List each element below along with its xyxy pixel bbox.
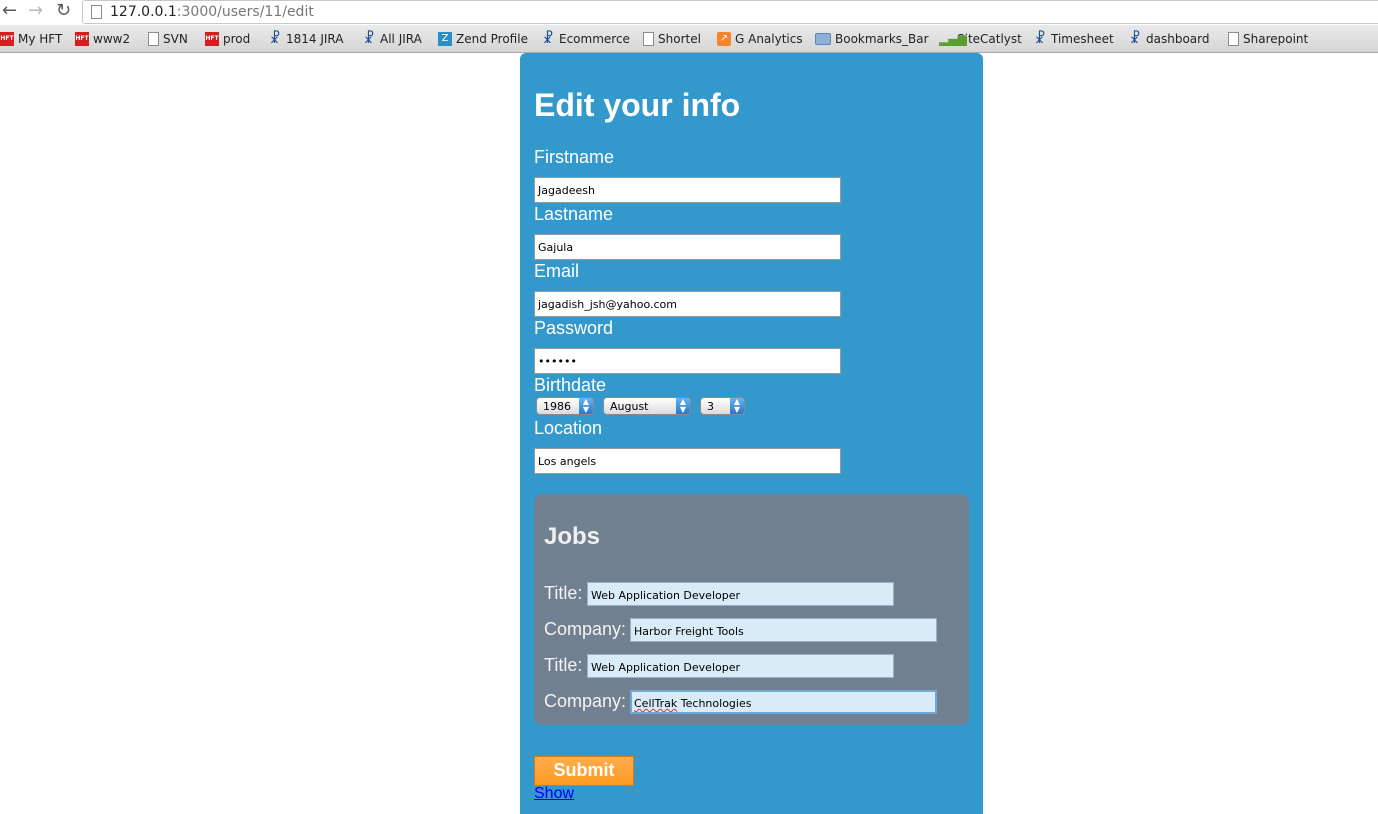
hft-logo-icon: HFT	[205, 32, 219, 46]
jira-icon: ☧	[542, 31, 554, 47]
address-bar[interactable]: 127.0.0.1:3000/users/11/edit	[82, 0, 1378, 24]
password-label: Password	[534, 318, 614, 338]
jira-icon: ☧	[269, 31, 281, 47]
bookmark-zend-profile[interactable]: Z Zend Profile	[438, 31, 528, 47]
birth-year-value: 1986	[543, 400, 571, 413]
bookmark-svn[interactable]: SVN	[148, 31, 188, 47]
job-title-input[interactable]: Web Application Developer	[587, 654, 894, 678]
zend-icon: Z	[438, 32, 452, 46]
page-title: Edit your info	[534, 87, 741, 123]
job-company-input[interactable]: Harbor Freight Tools	[630, 618, 937, 642]
password-input[interactable]: ••••••	[534, 348, 841, 374]
job-company-input[interactable]: CellTrak Technologies	[630, 690, 937, 714]
bookmark-g-analytics[interactable]: ↗ G Analytics	[717, 31, 803, 47]
job-title-label: Title:	[544, 583, 583, 603]
location-label: Location	[534, 418, 603, 438]
bookmarks-bar: HFT My HFT HFT www2 SVN HFT prod ☧ 1814 JIRA…	[0, 25, 1378, 53]
analytics-icon: ↗	[717, 32, 731, 46]
jobs-section: Jobs Title: Web Application Developer Co…	[534, 494, 969, 725]
page-icon	[91, 5, 102, 19]
submit-button[interactable]: Submit	[534, 756, 634, 786]
bookmark-dashboard[interactable]: ☧ dashboard	[1128, 31, 1210, 47]
job-company-label: Company:	[544, 691, 627, 711]
select-arrows-icon: ▲ ▼	[579, 398, 593, 414]
hft-logo-icon: HFT	[75, 32, 89, 46]
edit-form-panel: Edit your info Firstname Jagadeesh Lastn…	[520, 53, 983, 814]
bookmark-bookmarks-bar-folder[interactable]: Bookmarks_Bar	[815, 31, 929, 47]
birth-month-value: August	[610, 400, 649, 413]
job-title-label: Title:	[544, 655, 583, 675]
birth-day-select[interactable]: 3 ▲ ▼	[700, 397, 745, 415]
lastname-label: Lastname	[534, 204, 614, 224]
birth-month-select[interactable]: August ▲ ▼	[603, 397, 691, 415]
reload-icon[interactable]: ↻	[56, 1, 71, 21]
birth-year-select[interactable]: 1986 ▲ ▼	[536, 397, 594, 415]
bookmark-my-hft[interactable]: HFT My HFT	[0, 31, 62, 47]
document-icon	[1228, 32, 1239, 46]
birth-day-value: 3	[707, 400, 714, 413]
email-input[interactable]: jagadish_jsh@yahoo.com	[534, 291, 841, 317]
location-input[interactable]: Los angels	[534, 448, 841, 474]
email-label: Email	[534, 261, 580, 281]
bookmark-www2[interactable]: HFT www2	[75, 31, 130, 47]
jira-icon: ☧	[363, 31, 375, 47]
bookmark-1814-jira[interactable]: ☧ 1814 JIRA	[268, 31, 344, 47]
firstname-input[interactable]: Jagadeesh	[534, 177, 841, 203]
spellcheck-word: CellTrak	[634, 697, 678, 710]
jobs-heading: Jobs	[544, 523, 601, 550]
company-text: Technologies	[677, 697, 752, 710]
bookmark-timesheet[interactable]: ☧ Timesheet	[1033, 31, 1114, 47]
birthdate-label: Birthdate	[534, 375, 607, 395]
document-icon	[643, 32, 654, 46]
forward-arrow-icon[interactable]: →	[28, 1, 43, 21]
hft-logo-icon: HFT	[0, 32, 14, 46]
url-text[interactable]: 127.0.0.1:3000/users/11/edit	[110, 4, 314, 20]
browser-toolbar: ← → ↻ 127.0.0.1:3000/users/11/edit	[0, 0, 1378, 25]
document-icon	[148, 32, 159, 46]
bookmark-ecommerce[interactable]: ☧ Ecommerce	[541, 31, 630, 47]
jira-icon: ☧	[1129, 31, 1141, 47]
job-company-label: Company:	[544, 619, 627, 639]
select-arrows-icon: ▲ ▼	[730, 398, 744, 414]
select-arrows-icon: ▲ ▼	[676, 398, 690, 414]
firstname-label: Firstname	[534, 147, 615, 167]
bookmark-sharepoint[interactable]: Sharepoint	[1228, 31, 1308, 47]
show-link[interactable]: Show	[534, 785, 574, 803]
job-title-input[interactable]: Web Application Developer	[587, 582, 894, 606]
bookmark-all-jira[interactable]: ☧ All JIRA	[362, 31, 422, 47]
lastname-input[interactable]: Gajula	[534, 234, 841, 260]
folder-icon	[815, 33, 831, 45]
bookmark-prod[interactable]: HFT prod	[205, 31, 250, 47]
bookmark-shortel[interactable]: Shortel	[643, 31, 701, 47]
back-arrow-icon[interactable]: ←	[2, 1, 17, 21]
jira-icon: ☧	[1034, 31, 1046, 47]
bookmark-sitecatlyst[interactable]: ▂▄▆ SiteCatlyst	[939, 31, 1022, 47]
bar-chart-icon: ▂▄▆	[939, 32, 967, 46]
